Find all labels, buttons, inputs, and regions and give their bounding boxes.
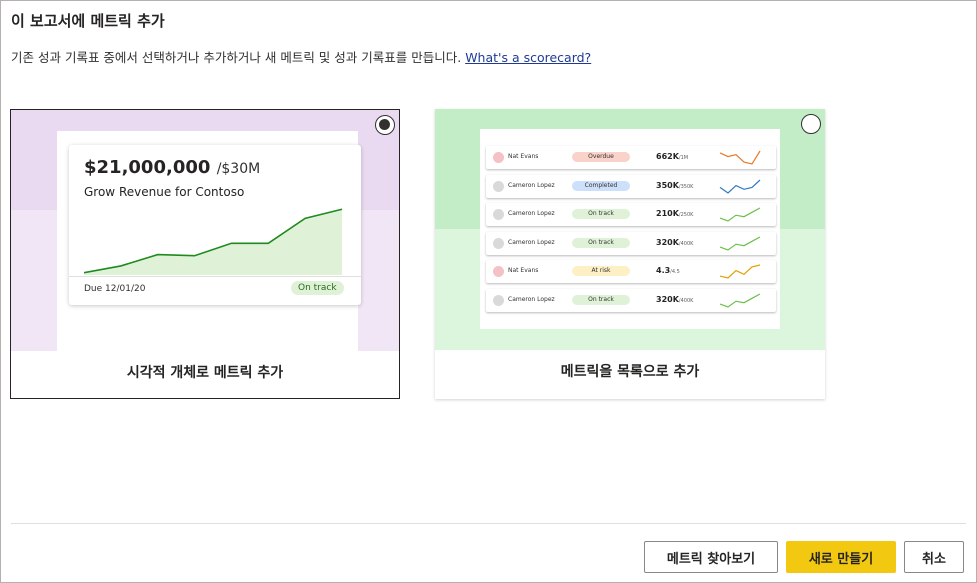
sparkline [719,179,761,194]
target-value: /4.5 [670,269,680,276]
target-value: /350K [678,183,694,190]
sparkline [719,207,761,222]
sparkline [719,293,761,308]
list-option-label: 메트릭을 목록으로 추가 [560,364,700,380]
metric-value: 320K/400K [656,295,693,304]
metric-divider [69,276,361,277]
target-value: /400K [678,298,694,304]
current-value: 320K [656,295,679,304]
visual-option-label: 시각적 개체로 메트릭 추가 [126,365,284,381]
status-badge: Completed [572,180,630,191]
sparkline-path [719,179,761,194]
cancel-button[interactable]: 취소 [904,541,964,573]
metric-due-date: Due 12/01/20 [84,284,146,294]
metric-status-badge: On track [291,281,344,295]
metric-target-value: /$30M [216,161,261,177]
browse-metrics-button[interactable]: 메트릭 찾아보기 [644,541,778,573]
metric-card: $21,000,000 /$30M Grow Revenue for Conto… [69,145,361,305]
metric-current-value: $21,000,000 [84,157,211,178]
sparkline [719,236,761,251]
dialog-title: 이 보고서에 메트릭 추가 [11,12,165,30]
sparkline-path [719,207,761,222]
status-badge: On track [572,295,630,305]
sparkline-path [719,293,761,308]
status-badge: At risk [572,266,630,277]
sparkline [719,264,761,280]
metric-amount: $21,000,000 /$30M [84,157,260,178]
current-value: 210K [656,209,679,219]
owner-name: Nat Evans [508,267,539,275]
metric-list-row: Cameron Lopez On track 320K/400K [486,231,776,255]
current-value: 350K [656,180,679,190]
owner-name: Cameron Lopez [508,210,555,218]
add-metrics-dialog: 이 보고서에 메트릭 추가 기존 성과 기록표 중에서 선택하거나 추가하거나 … [0,0,977,583]
current-value: 4.3 [656,266,671,276]
owner-avatar [493,152,504,163]
metric-value: 210K/250K [656,209,693,218]
sparkline-path [719,236,761,251]
metric-list-row: Cameron Lopez On track 320K/400K [486,289,776,312]
option-card-visual[interactable]: $21,000,000 /$30M Grow Revenue for Conto… [10,109,400,399]
owner-avatar [493,295,504,306]
subtitle-text: 기존 성과 기록표 중에서 선택하거나 추가하거나 새 메트릭 및 성과 기록표… [11,50,462,65]
sparkline [719,150,761,165]
sparkline-path [719,264,761,280]
metric-value: 350K/350K [656,181,693,190]
owner-avatar [493,209,504,221]
metric-value: 662K/1M [656,152,688,161]
list-option-radio[interactable] [801,114,821,134]
metric-list-row: Nat Evans At risk 4.3/4.5 [486,260,776,284]
metric-value: 320K/400K [656,238,693,247]
owner-name: Cameron Lopez [508,296,555,303]
create-new-button[interactable]: 새로 만들기 [786,541,896,573]
owner-name: Nat Evans [508,153,539,160]
metric-trend-chart [84,208,343,275]
metric-name: Grow Revenue for Contoso [84,185,245,199]
footer-divider [11,523,966,524]
status-badge: Overdue [572,152,630,162]
metric-list-row: Cameron Lopez On track 210K/250K [486,203,776,227]
target-value: /1M [678,155,689,161]
target-value: /250K [678,212,694,219]
dialog-subtitle: 기존 성과 기록표 중에서 선택하거나 추가하거나 새 메트릭 및 성과 기록표… [11,47,591,66]
status-badge: On track [572,237,630,248]
status-badge: On track [572,209,630,220]
visual-preview: $21,000,000 /$30M Grow Revenue for Conto… [11,110,399,351]
list-preview: Nat Evans Overdue 662K/1M Cameron Lopez Comp… [435,109,825,350]
metric-list-row: Nat Evans Overdue 662K/1M [486,146,776,169]
owner-avatar [493,180,504,192]
owner-name: Cameron Lopez [508,238,555,246]
current-value: 320K [656,237,679,247]
visual-option-radio[interactable] [375,115,395,135]
scorecard-help-link[interactable]: What's a scorecard? [465,50,591,65]
sparkline-path [719,150,761,165]
current-value: 662K [656,152,679,161]
metric-list-row: Cameron Lopez Completed 350K/350K [486,174,776,198]
option-card-list[interactable]: Nat Evans Overdue 662K/1M Cameron Lopez Comp… [435,109,825,399]
target-value: /400K [678,240,694,247]
owner-name: Cameron Lopez [508,181,555,189]
owner-avatar [493,237,504,249]
metric-value: 4.3/4.5 [656,266,680,275]
owner-avatar [493,266,504,278]
